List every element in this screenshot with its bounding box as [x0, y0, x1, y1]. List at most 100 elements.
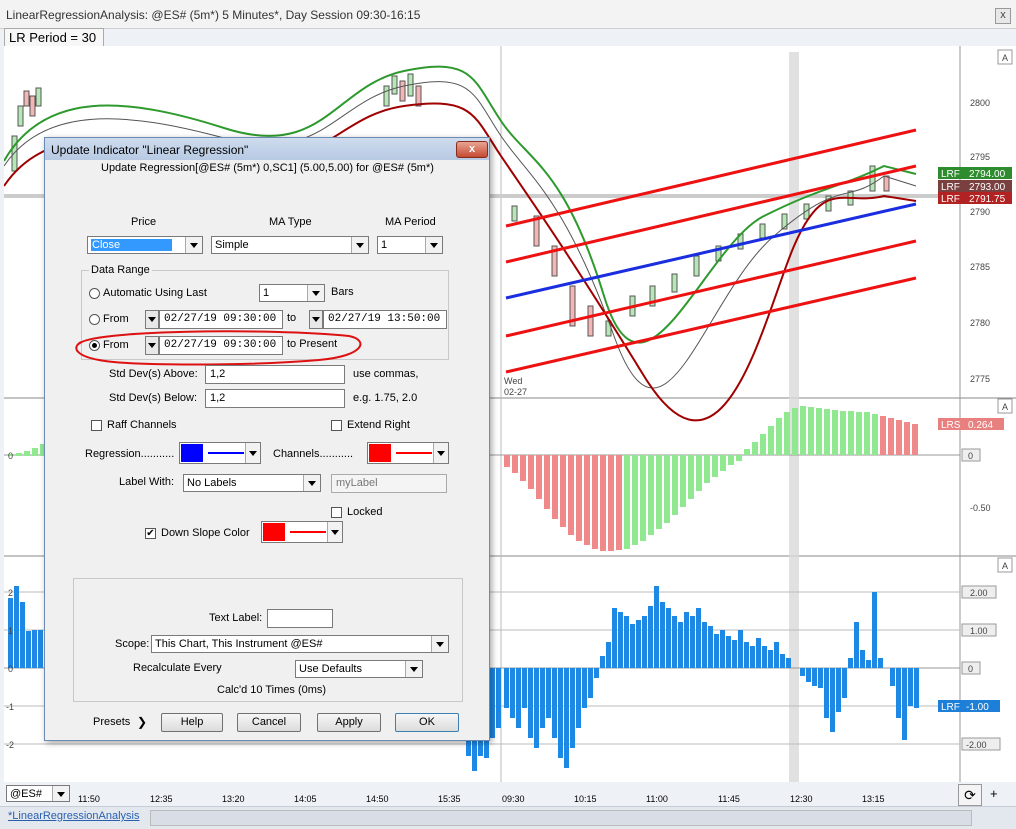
add-pane-button[interactable]: + [990, 786, 998, 801]
time-tick: 13:20 [222, 794, 245, 804]
down-slope-color-swatch [263, 523, 285, 541]
stddev-autoscale-button[interactable]: A [1002, 561, 1008, 571]
text-label-input[interactable] [267, 609, 333, 628]
slope-left-tick: 0 [8, 451, 13, 461]
channels-label: Channels........... [273, 448, 354, 460]
stddev-left-tick: 1 [8, 626, 13, 636]
ma-period-select-value: 1 [381, 239, 388, 251]
stddev-left-tick: 0 [8, 664, 13, 674]
dialog-title-bar[interactable]: Update Indicator "Linear Regression" x [45, 138, 489, 160]
chevron-down-icon[interactable]: ❯ [137, 715, 147, 729]
dialog-subtitle: Update Regression[@ES# (5m*) 0,SC1] (5.0… [101, 162, 434, 174]
down-slope-color-picker[interactable] [261, 521, 343, 543]
lrs-tag-label: LRS [941, 420, 961, 431]
price-select[interactable]: Close [87, 236, 203, 254]
stddev-left-tick: -1 [6, 702, 14, 712]
help-button[interactable]: Help [161, 713, 223, 732]
bars-select[interactable]: 1 [259, 284, 325, 302]
to-date-dropdown[interactable] [309, 310, 323, 329]
window-close-button[interactable]: x [995, 8, 1011, 24]
label-with-select[interactable]: No Labels [183, 474, 321, 492]
slope-zero-tag: 0 [968, 451, 973, 461]
time-tick: 15:35 [438, 794, 461, 804]
stddev-left-tick: 2 [8, 588, 13, 598]
dialog-title: Update Indicator "Linear Regression" [51, 143, 249, 157]
horizontal-scrollbar[interactable] [150, 810, 972, 826]
slope-y-tick: -0.50 [970, 503, 991, 513]
from-range-radio[interactable] [89, 314, 100, 325]
regression-label: Regression........... [85, 448, 175, 460]
stddev-below-label: Std Dev(s) Below: [109, 392, 198, 404]
down-slope-label: Down Slope Color [161, 527, 250, 539]
refresh-icon[interactable]: ⟳ [958, 784, 982, 806]
price-header: Price [131, 216, 157, 228]
price-y-tick: 2775 [970, 374, 990, 384]
symbol-select[interactable]: @ES# [6, 785, 70, 802]
date-marker-day: Wed [504, 376, 522, 386]
down-slope-checkbox[interactable]: ✔ [145, 528, 156, 539]
channels-color-swatch [369, 444, 391, 462]
regression-color-swatch [181, 444, 203, 462]
to-date-input[interactable]: 02/27/19 13:50:00 [323, 310, 447, 329]
extend-right-label: Extend Right [347, 419, 410, 431]
ma-type-select-value: Simple [215, 239, 249, 251]
time-tick: 12:30 [790, 794, 813, 804]
slope-autoscale-button[interactable]: A [1002, 402, 1008, 412]
lrf-tag-label: LRF [941, 169, 960, 180]
time-tick: 10:15 [574, 794, 597, 804]
chevron-down-icon [307, 285, 324, 301]
dialog-close-button[interactable]: x [456, 141, 488, 158]
ma-period-select[interactable]: 1 [377, 236, 443, 254]
apply-button[interactable]: Apply [317, 713, 381, 732]
price-y-tick: 2795 [970, 152, 990, 162]
lr-period-label: LR Period = 30 [4, 28, 104, 48]
scope-label: Scope: [115, 638, 150, 650]
cancel-button[interactable]: Cancel [237, 713, 301, 732]
label-text-input[interactable]: myLabel [331, 474, 447, 493]
presets-menu[interactable]: Presets [93, 716, 130, 728]
scope-select[interactable]: This Chart, This Instrument @ES# [151, 635, 449, 653]
time-tick: 11:00 [646, 794, 668, 804]
lrf-tag-value: 2793.00 [969, 182, 1006, 193]
use-commas-hint: use commas, [353, 368, 419, 380]
time-tick: 09:30 [502, 794, 525, 804]
from-date-dropdown[interactable] [145, 310, 159, 329]
from-label: From [103, 313, 129, 325]
recalc-label: Recalculate Every [133, 662, 222, 674]
price-y-tick: 2800 [970, 98, 990, 108]
status-bar: *LinearRegressionAnalysis [0, 806, 1016, 829]
stddev-left-tick: -2 [6, 740, 14, 750]
lrf-tag-value: 2794.00 [969, 169, 1006, 180]
data-range-label: Data Range [89, 264, 152, 276]
ma-type-select[interactable]: Simple [211, 236, 369, 254]
stddev-y-tick: 1.00 [970, 626, 988, 636]
stddev-y-tick: -2.00 [966, 740, 987, 750]
bars-label: Bars [331, 286, 354, 298]
lrf-tag-value: 2791.75 [969, 194, 1006, 205]
extend-right-checkbox[interactable] [331, 420, 342, 431]
price-y-tick: 2790 [970, 207, 990, 217]
date-marker-date: 02-27 [504, 387, 527, 397]
symbol-value: @ES# [10, 788, 42, 800]
channels-color-picker[interactable] [367, 442, 449, 464]
time-tick: 12:35 [150, 794, 173, 804]
from-date-input[interactable]: 02/27/19 09:30:00 [159, 310, 283, 329]
locked-checkbox[interactable] [331, 507, 342, 518]
regression-color-picker[interactable] [179, 442, 261, 464]
price-autoscale-button[interactable]: A [1002, 53, 1008, 63]
regression-line [505, 202, 917, 300]
chevron-down-icon [245, 443, 260, 463]
update-indicator-dialog[interactable]: Update Indicator "Linear Regression" x U… [44, 137, 490, 741]
stddev-above-input[interactable]: 1,2 [205, 365, 345, 384]
chart-tab[interactable]: *LinearRegressionAnalysis [8, 810, 139, 822]
chevron-down-icon [185, 237, 202, 253]
recalc-select[interactable]: Use Defaults [295, 660, 423, 678]
chevron-down-icon [405, 661, 422, 677]
recalc-select-value: Use Defaults [299, 663, 362, 675]
stddev-below-input[interactable]: 1,2 [205, 389, 345, 408]
down-slope-line-style [290, 531, 326, 533]
raff-channels-checkbox[interactable] [91, 420, 102, 431]
ok-button[interactable]: OK [395, 713, 459, 732]
automatic-radio[interactable] [89, 288, 100, 299]
time-tick: 11:45 [718, 794, 740, 804]
